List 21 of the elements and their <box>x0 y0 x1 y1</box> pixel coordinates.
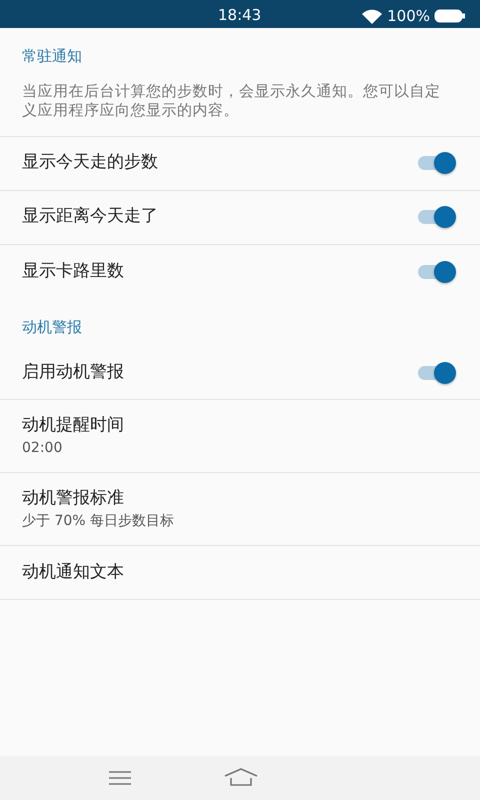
setting-label: 显示卡路里数 <box>22 260 124 283</box>
setting-label: 显示距离今天走了 <box>22 205 158 228</box>
section-header: 动机警报 <box>21 316 83 338</box>
setting-label: 动机警报标准 <box>22 486 125 510</box>
setting-label: 启用动机警报 <box>22 360 124 384</box>
section-description: 当应用在后台计算您的步数时，会显示永久通知。您可以自定义应用程序应向您显示的内容。 <box>0 76 480 136</box>
battery-icon <box>434 9 466 24</box>
setting-row[interactable]: 动机警报标准 少于 70% 每日步数目标 <box>0 473 480 546</box>
battery-percent: 100% <box>387 6 430 27</box>
setting-label: 显示今天走的步数 <box>22 151 158 174</box>
setting-summary: 少于 70% 每日步数目标 <box>22 512 174 532</box>
menu-icon[interactable] <box>108 770 132 786</box>
status-time: 18:43 <box>218 5 262 26</box>
setting-label: 动机通知文本 <box>22 560 124 584</box>
section-header: 常驻通知 <box>21 46 83 67</box>
setting-label: 动机提醒时间 <box>22 414 124 437</box>
setting-row[interactable]: 动机通知文本 <box>0 546 480 600</box>
home-icon[interactable] <box>224 768 258 786</box>
setting-summary: 02:00 <box>22 439 64 458</box>
wifi-icon <box>361 8 384 24</box>
setting-row[interactable]: 动机提醒时间 02:00 <box>0 400 480 473</box>
